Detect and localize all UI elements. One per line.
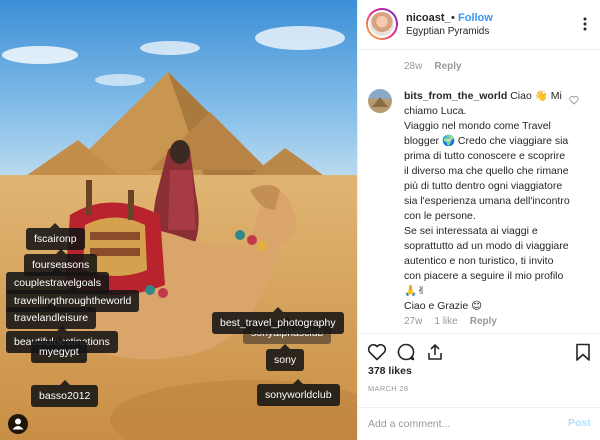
like-comment-heart-icon[interactable] <box>569 95 579 105</box>
comment-input[interactable] <box>368 416 548 432</box>
post-side-panel: nicoast_ • Follow Egyptian Pyramids 28w R… <box>357 0 600 440</box>
location-link[interactable]: Egyptian Pyramids <box>406 26 489 37</box>
commenter-avatar[interactable] <box>368 89 392 113</box>
heart-icon[interactable] <box>367 342 387 362</box>
comment-text: Ciao 👋 Mi chiamo Luca. Viaggio nel mondo… <box>404 90 570 312</box>
comment-age: 28w <box>404 61 423 72</box>
post-date[interactable]: MARCH 28 <box>368 384 408 393</box>
commenter-username[interactable]: bits_from_the_world <box>404 90 507 102</box>
comment-age: 27w <box>404 316 423 327</box>
post-photo[interactable]: fscaironp fourseasons couplestravelgoals… <box>0 0 357 440</box>
photo-tag[interactable]: myegypt <box>31 336 87 363</box>
post-header: nicoast_ • Follow Egyptian Pyramids <box>358 0 600 50</box>
photo-tag[interactable]: sony <box>266 344 305 371</box>
more-options-icon[interactable] <box>578 16 592 32</box>
pyramids-camel-image <box>0 0 357 440</box>
photo-tag[interactable]: best_travel_photography <box>212 307 344 334</box>
photo-tag[interactable]: travelandleisure <box>6 302 97 329</box>
tagged-user-icon[interactable] <box>8 414 28 434</box>
photo-tag[interactable]: fscaironp <box>26 223 85 250</box>
follow-button[interactable]: Follow <box>458 12 493 24</box>
like-count[interactable]: 378 likes <box>368 365 412 377</box>
comments-list[interactable]: 28w Reply bits_from_the_world Ciao 👋 Mi c… <box>358 51 600 333</box>
separator-dot: • <box>451 12 455 24</box>
post-comment-button[interactable]: Post <box>568 417 591 429</box>
previous-comment-meta: 28w Reply <box>404 61 462 72</box>
reply-button[interactable]: Reply <box>470 316 497 327</box>
comment-meta: 27w 1 like Reply <box>404 316 509 327</box>
author-avatar[interactable] <box>366 8 398 40</box>
author-username[interactable]: nicoast_ <box>406 12 451 24</box>
share-icon[interactable] <box>425 342 445 362</box>
comment-body: bits_from_the_world Ciao 👋 Mi chiamo Luc… <box>404 89 572 314</box>
comment-icon[interactable] <box>396 342 416 362</box>
post-actions: 378 likes MARCH 28 <box>358 333 600 407</box>
reply-button[interactable]: Reply <box>434 61 461 72</box>
photo-tag[interactable]: sonyworldclub <box>257 379 340 406</box>
photo-tag[interactable]: basso2012 <box>31 380 99 407</box>
bookmark-icon[interactable] <box>573 342 593 362</box>
comment-like-count[interactable]: 1 like <box>434 316 457 327</box>
add-comment-bar: Post <box>358 407 600 440</box>
